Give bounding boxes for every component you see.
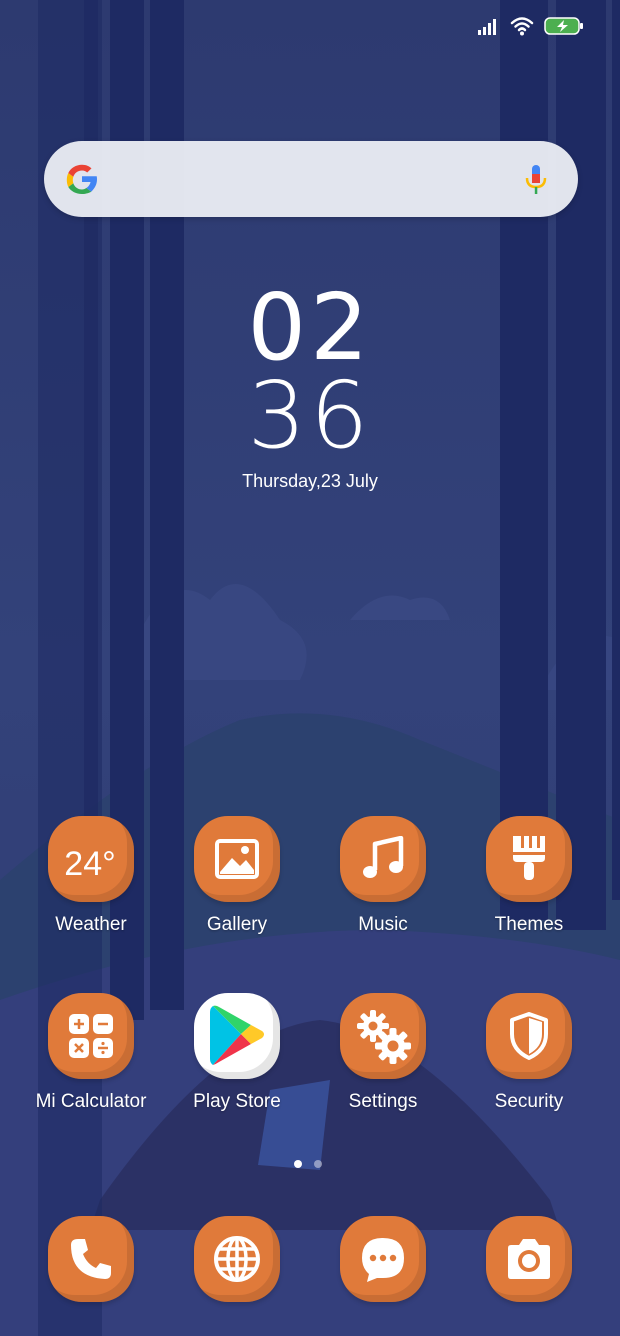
app-label-mi-calculator: Mi Calculator bbox=[35, 1091, 147, 1112]
app-themes[interactable]: Themes bbox=[456, 816, 602, 936]
chat-bubble-icon[interactable] bbox=[340, 1216, 426, 1302]
paint-brush-icon[interactable] bbox=[486, 816, 572, 902]
calculator-icon[interactable] bbox=[48, 993, 134, 1079]
signal-bars-icon bbox=[478, 17, 500, 40]
gears-icon[interactable] bbox=[340, 993, 426, 1079]
page-dot-current[interactable] bbox=[294, 1160, 302, 1168]
microphone-icon[interactable] bbox=[524, 163, 548, 197]
app-gallery[interactable]: Gallery bbox=[164, 816, 310, 936]
weather-icon[interactable]: 24° bbox=[48, 816, 134, 902]
app-mi-calculator[interactable]: Mi Calculator bbox=[18, 993, 164, 1113]
dock-browser[interactable] bbox=[164, 1216, 310, 1302]
app-label-play-store: Play Store bbox=[193, 1091, 281, 1112]
dock-phone[interactable] bbox=[18, 1216, 164, 1302]
play-store-icon[interactable] bbox=[194, 993, 280, 1079]
google-logo bbox=[64, 161, 100, 197]
status-bar bbox=[478, 16, 584, 40]
app-music[interactable]: Music bbox=[310, 816, 456, 936]
shield-icon[interactable] bbox=[486, 993, 572, 1079]
app-label-weather: Weather bbox=[55, 914, 127, 935]
phone-icon[interactable] bbox=[48, 1216, 134, 1302]
globe-icon[interactable] bbox=[194, 1216, 280, 1302]
battery-charging-icon bbox=[544, 16, 584, 41]
google-search-bar[interactable] bbox=[44, 141, 578, 217]
image-icon[interactable] bbox=[194, 816, 280, 902]
wifi-icon bbox=[510, 16, 534, 41]
app-label-security: Security bbox=[494, 1091, 564, 1112]
app-play-store[interactable]: Play Store bbox=[164, 993, 310, 1113]
app-label-themes: Themes bbox=[494, 914, 564, 935]
clock-date[interactable]: Thursday,23 July bbox=[0, 471, 620, 492]
app-label-settings: Settings bbox=[348, 1091, 418, 1112]
camera-icon[interactable] bbox=[486, 1216, 572, 1302]
music-note-icon[interactable] bbox=[340, 816, 426, 902]
page-dot[interactable] bbox=[314, 1160, 322, 1168]
app-settings[interactable]: Settings bbox=[310, 993, 456, 1113]
clock-minute[interactable]: 36 bbox=[0, 368, 620, 464]
weather-temperature: 24° bbox=[64, 844, 116, 883]
dock-camera[interactable] bbox=[456, 1216, 602, 1302]
app-label-music: Music bbox=[358, 914, 408, 935]
app-weather[interactable]: 24° Weather bbox=[18, 816, 164, 936]
dock-messaging[interactable] bbox=[310, 1216, 456, 1302]
app-security[interactable]: Security bbox=[456, 993, 602, 1113]
page-indicator[interactable] bbox=[294, 1160, 322, 1168]
app-label-gallery: Gallery bbox=[206, 914, 268, 935]
